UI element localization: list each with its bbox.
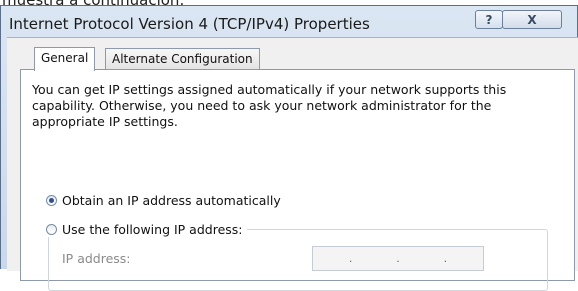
close-button[interactable]: X <box>502 10 562 29</box>
use-following-ip-option[interactable]: Use the following IP address: <box>46 222 247 237</box>
use-following-ip-label: Use the following IP address: <box>62 222 243 237</box>
ip-dot: . <box>396 252 400 265</box>
tab-alternate-configuration[interactable]: Alternate Configuration <box>105 48 260 70</box>
ip-address-field[interactable]: . . . <box>312 246 484 271</box>
window-title: Internet Protocol Version 4 (TCP/IPv4) P… <box>9 15 370 33</box>
tab-general[interactable]: General <box>34 47 96 71</box>
ip-dot: . <box>443 252 448 265</box>
use-following-ip-radio[interactable] <box>46 224 57 235</box>
help-button[interactable]: ? <box>475 10 503 29</box>
close-icon: X <box>527 12 537 27</box>
obtain-ip-automatically-label: Obtain an IP address automatically <box>62 193 281 208</box>
help-icon: ? <box>485 12 493 27</box>
obtain-ip-automatically-option[interactable]: Obtain an IP address automatically <box>46 193 281 208</box>
obtain-ip-automatically-radio[interactable] <box>46 195 57 206</box>
ip-dot: . <box>348 252 353 265</box>
intro-text: You can get IP settings assigned automat… <box>32 82 507 129</box>
ip-address-label: IP address: <box>62 251 131 266</box>
